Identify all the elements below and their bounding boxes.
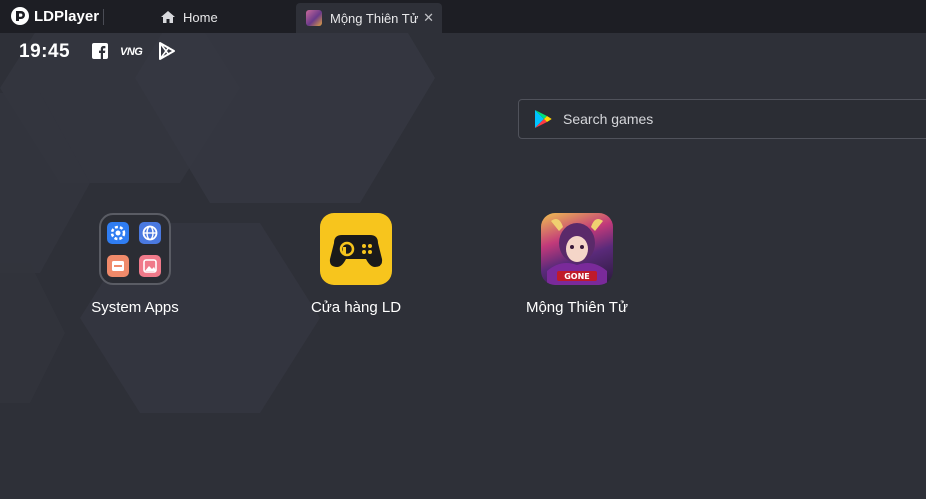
system-apps-folder-icon xyxy=(99,213,171,285)
clock-time: 19:45 xyxy=(19,41,71,62)
tab-home[interactable]: Home xyxy=(160,6,218,28)
google-play-icon xyxy=(533,109,553,129)
ldplayer-logo: LDPlayer xyxy=(10,6,99,26)
app-system-apps[interactable]: System Apps xyxy=(55,213,215,316)
browser-icon xyxy=(139,222,161,244)
close-tab-icon[interactable]: ✕ xyxy=(423,10,434,26)
file-manager-icon xyxy=(107,255,129,277)
home-icon xyxy=(161,11,175,23)
titlebar-divider xyxy=(103,9,104,25)
tab-mong-thien-tu[interactable]: Mộng Thiên Tử ✕ xyxy=(296,3,442,33)
search-games-bar[interactable] xyxy=(518,99,926,139)
mong-thien-tu-icon: GONE xyxy=(541,213,613,285)
ld-store-icon xyxy=(320,213,392,285)
settings-icon xyxy=(107,222,129,244)
app-label: Mộng Thiên Tử xyxy=(525,299,629,316)
vng-icon: VNG xyxy=(120,46,143,58)
tab-game-label: Mộng Thiên Tử xyxy=(330,10,419,26)
ldplayer-logo-icon xyxy=(11,7,29,25)
app-ld-store[interactable]: Cửa hàng LD xyxy=(276,213,436,316)
logo-text: LDPlayer xyxy=(34,7,100,25)
app-label: Cửa hàng LD xyxy=(310,299,402,316)
svg-text:GONE: GONE xyxy=(564,272,590,281)
tab-home-label: Home xyxy=(183,9,218,25)
app-label: System Apps xyxy=(91,299,179,316)
gallery-icon xyxy=(139,255,161,277)
app-mong-thien-tu[interactable]: GONE Mộng Thiên Tử xyxy=(497,213,657,316)
status-bar: 19:45 VNG xyxy=(19,40,175,64)
facebook-icon xyxy=(92,43,108,59)
title-bar: LDPlayer Home Mộng Thiên Tử ✕ xyxy=(0,0,926,33)
play-outline-icon xyxy=(159,42,175,60)
search-input[interactable] xyxy=(561,110,905,128)
game-tab-icon xyxy=(306,10,322,26)
